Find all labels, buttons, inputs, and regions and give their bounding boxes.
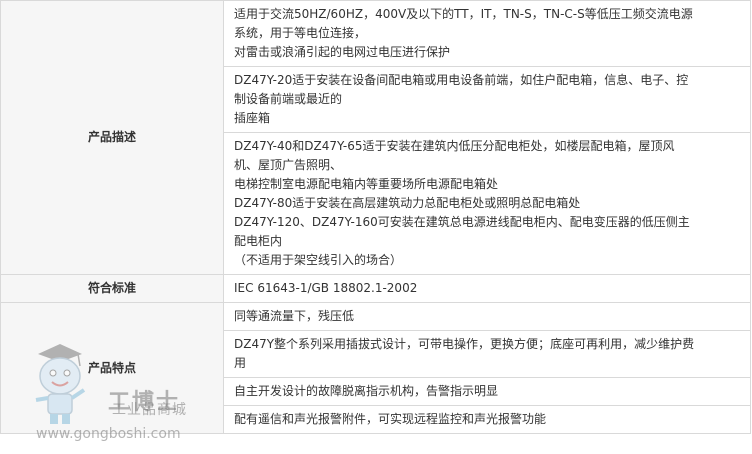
text-line: 配电柜内 (234, 234, 283, 248)
text-line: 机、屋顶广告照明、 (234, 158, 343, 172)
text-line: DZ47Y-120、DZ47Y-160可安装在建筑总电源进线配电柜内、配电变压器… (234, 215, 690, 229)
text-line: 制设备前端或最近的 (234, 92, 343, 106)
text-line: DZ47Y-40和DZ47Y-65适于安装在建筑内低压分配电柜处，如楼层配电箱，… (234, 139, 675, 153)
table-row: 产品特点 同等通流量下，残压低 (0, 302, 751, 434)
features-label: 产品特点 (0, 302, 224, 434)
feature-cell-3: 自主开发设计的故障脱离指示机构，告警指示明显 (223, 377, 751, 406)
text-line: 配有遥信和声光报警附件，可实现远程监控和声光报警功能 (234, 412, 547, 426)
description-cell-3: DZ47Y-40和DZ47Y-65适于安装在建筑内低压分配电柜处，如楼层配电箱，… (223, 132, 751, 275)
table-row: 符合标准 IEC 61643-1/GB 18802.1-2002 (0, 274, 751, 303)
feature-cell-4: 配有遥信和声光报警附件，可实现远程监控和声光报警功能 (223, 405, 751, 434)
description-cell-2: DZ47Y-20适于安装在设备间配电箱或用电设备前端，如住户配电箱，信息、电子、… (223, 66, 751, 133)
description-label: 产品描述 (0, 0, 224, 275)
standard-value: IEC 61643-1/GB 18802.1-2002 (234, 281, 418, 295)
text-line: 系统，用于等电位连接， (234, 26, 367, 40)
text-line: DZ47Y-20适于安装在设备间配电箱或用电设备前端，如住户配电箱，信息、电子、… (234, 73, 689, 87)
feature-cell-1: 同等通流量下，残压低 (223, 302, 751, 331)
spec-table: 产品描述 适用于交流50HZ/60HZ，400V及以下的TT，IT，TN-S，T… (0, 0, 751, 434)
text-line: 电梯控制室电源配电箱内等重要场所电源配电箱处 (234, 177, 499, 191)
feature-cell-2: DZ47Y整个系列采用插拔式设计，可带电操作，更换方便；底座可再利用，减少维护费… (223, 330, 751, 378)
text-line: 对雷击或浪涌引起的电网过电压进行保护 (234, 45, 451, 59)
table-row: 产品描述 适用于交流50HZ/60HZ，400V及以下的TT，IT，TN-S，T… (0, 0, 751, 275)
standard-cell: IEC 61643-1/GB 18802.1-2002 (223, 274, 751, 303)
text-line: DZ47Y-80适于安装在高层建筑动力总配电柜处或照明总配电箱处 (234, 196, 581, 210)
description-cell-1: 适用于交流50HZ/60HZ，400V及以下的TT，IT，TN-S，TN-C-S… (223, 0, 751, 67)
text-line: 同等通流量下，残压低 (234, 309, 355, 323)
text-line: （不适用于架空线引入的场合） (234, 253, 403, 267)
text-line: 插座箱 (234, 111, 271, 125)
text-line: DZ47Y整个系列采用插拔式设计，可带电操作，更换方便；底座可再利用，减少维护费 (234, 337, 695, 351)
standard-label: 符合标准 (0, 274, 224, 303)
text-line: 自主开发设计的故障脱离指示机构，告警指示明显 (234, 384, 499, 398)
text-line: 用 (234, 356, 247, 370)
text-line: 适用于交流50HZ/60HZ，400V及以下的TT，IT，TN-S，TN-C-S… (234, 7, 693, 21)
